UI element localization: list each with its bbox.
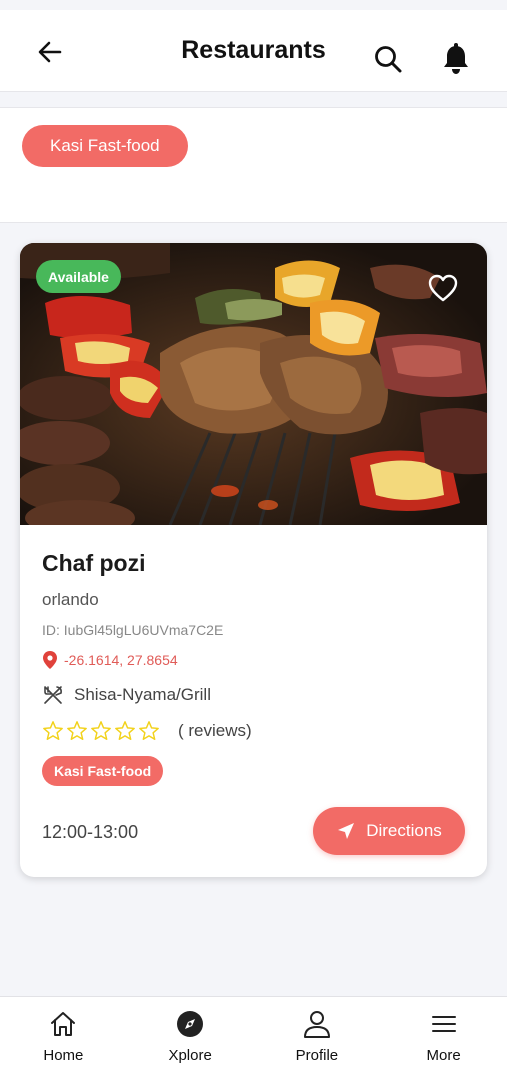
filter-panel: Kasi Fast-food <box>0 107 507 223</box>
status-bar <box>0 0 507 10</box>
favorite-button[interactable] <box>423 269 463 307</box>
nav-item-home[interactable]: Home <box>0 997 127 1080</box>
nav-item-more[interactable]: More <box>380 997 507 1080</box>
status-badge: Available <box>36 260 121 293</box>
nav-label-profile: Profile <box>295 1047 339 1064</box>
heart-icon <box>428 274 458 302</box>
star-outline-icon <box>139 721 159 740</box>
user-icon <box>303 1011 330 1038</box>
home-icon <box>51 1012 76 1036</box>
coordinates-text: -26.1614, 27.8654 <box>64 652 178 668</box>
directions-label: Directions <box>366 821 442 840</box>
restaurant-cuisine: Shisa-Nyama/Grill <box>42 684 465 706</box>
rating-stars <box>42 720 160 742</box>
restaurant-name: Chaf pozi <box>42 550 146 576</box>
restaurant-card[interactable]: Available Chaf pozi orlando ID: IubGl45l… <box>20 243 487 877</box>
category-tag: Kasi Fast-food <box>42 756 164 786</box>
search-button[interactable] <box>370 41 406 77</box>
notifications-button[interactable] <box>438 41 474 77</box>
nav-label-home: Home <box>43 1047 84 1064</box>
filter-chip-kasi-fast-food[interactable]: Kasi Fast-food <box>22 125 188 167</box>
rating: ( reviews) <box>42 720 465 742</box>
restaurant-image: Available <box>20 243 487 525</box>
nav-item-xplore[interactable]: Xplore <box>127 997 254 1080</box>
search-icon <box>375 46 402 73</box>
cuisine-text: Shisa-Nyama/Grill <box>74 685 211 704</box>
restaurant-location: orlando <box>42 590 99 609</box>
restaurant-details: Chaf pozi orlando ID: IubGl45lgLU6UVma7C… <box>42 550 465 786</box>
card-footer: 12:00-13:00 Directions <box>42 807 465 855</box>
app-header: Restaurants <box>0 10 507 92</box>
restaurant-coordinates: -26.1614, 27.8654 <box>42 650 465 670</box>
opening-hours: 12:00-13:00 <box>42 822 139 842</box>
star-outline-icon <box>91 721 111 740</box>
map-pin-icon <box>43 651 57 669</box>
navigation-arrow-icon <box>338 823 355 839</box>
nav-label-xplore: Xplore <box>168 1047 212 1064</box>
utensils-icon <box>44 686 62 704</box>
compass-icon <box>177 1011 204 1037</box>
menu-icon <box>431 1016 456 1032</box>
restaurant-id: ID: IubGl45lgLU6UVma7C2E <box>42 622 224 638</box>
star-outline-icon <box>115 721 135 740</box>
bottom-navigation: Home Xplore Profile More <box>0 996 507 1080</box>
back-button[interactable] <box>32 34 68 70</box>
directions-button[interactable]: Directions <box>313 807 465 855</box>
nav-item-profile[interactable]: Profile <box>254 997 381 1080</box>
nav-label-more: More <box>426 1047 461 1064</box>
star-outline-icon <box>43 721 63 740</box>
reviews-count: ( reviews) <box>178 721 252 740</box>
page-title: Restaurants <box>181 36 326 64</box>
bell-icon <box>444 43 468 74</box>
star-outline-icon <box>67 721 87 740</box>
arrow-left-icon <box>38 41 62 63</box>
